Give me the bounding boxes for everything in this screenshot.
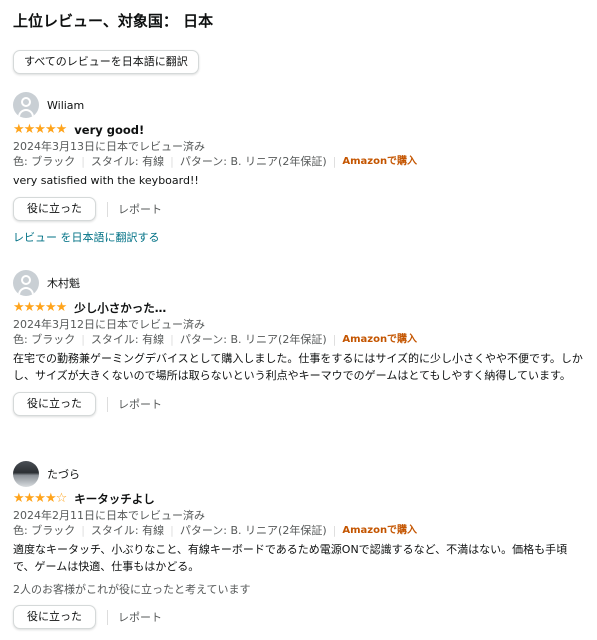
review-body: very satisfied with the keyboard!!	[13, 174, 199, 187]
report-link[interactable]: レポート	[118, 396, 162, 412]
review-title[interactable]: キータッチよし	[74, 491, 155, 507]
review-card: Wiliam ★★★★★ very good! 2024年3月13日に日本でレビ…	[13, 92, 588, 245]
helpful-count: 2人のお客様がこれが役に立ったと考えています	[13, 583, 251, 596]
helpful-button[interactable]: 役に立った	[13, 392, 96, 416]
helpful-button[interactable]: 役に立った	[13, 197, 96, 221]
review-date: 2024年3月13日に日本でレビュー済み	[13, 140, 205, 153]
avatar-icon	[13, 270, 39, 296]
verified-purchase-badge: Amazonで購入	[342, 156, 418, 167]
verified-purchase-badge: Amazonで購入	[342, 525, 418, 536]
attr-pattern: パターン: B. リニア(2年保証)	[179, 524, 327, 537]
attr-pattern: パターン: B. リニア(2年保証)	[179, 333, 327, 346]
reviewer-name: 木村魁	[47, 277, 80, 290]
divider	[107, 396, 108, 412]
review-card: たづら ★★★★☆ キータッチよし 2024年2月11日に日本でレビュー済み 色…	[13, 461, 588, 629]
reviewer-name: たづら	[47, 468, 80, 481]
avatar-icon	[13, 92, 39, 118]
review-body: 在宅での勤務兼ゲーミングデバイスとして購入しました。仕事をするにはサイズ的に少し…	[13, 352, 583, 382]
review-card: 木村魁 ★★★★★ 少し小さかった… 2024年3月12日に日本でレビュー済み …	[13, 270, 588, 416]
review-title[interactable]: 少し小さかった…	[74, 300, 166, 316]
attr-pattern: パターン: B. リニア(2年保証)	[179, 155, 327, 168]
star-rating-icon[interactable]: ★★★★☆	[13, 491, 67, 507]
review-date: 2024年3月12日に日本でレビュー済み	[13, 318, 205, 331]
report-link[interactable]: レポート	[118, 609, 162, 625]
attr-color: 色: ブラック	[13, 155, 76, 168]
star-rating-icon[interactable]: ★★★★★	[13, 300, 67, 316]
star-rating-icon[interactable]: ★★★★★	[13, 122, 67, 138]
attr-style: スタイル: 有線	[90, 524, 165, 537]
review-body: 適度なキータッチ、小ぶりなこと、有線キーボードであるため電源ONで認識するなど、…	[13, 543, 568, 573]
translate-review-link[interactable]: レビュー を日本語に翻訳する	[13, 229, 588, 245]
review-attributes[interactable]: 色: ブラック | スタイル: 有線 | パターン: B. リニア(2年保証) | A…	[13, 154, 588, 169]
attr-style: スタイル: 有線	[90, 333, 165, 346]
review-attributes[interactable]: 色: ブラック | スタイル: 有線 | パターン: B. リニア(2年保証) | A…	[13, 332, 588, 347]
review-attributes[interactable]: 色: ブラック | スタイル: 有線 | パターン: B. リニア(2年保証) | A…	[13, 523, 588, 538]
attr-style: スタイル: 有線	[90, 155, 165, 168]
reviewer-profile[interactable]: 木村魁	[13, 270, 588, 296]
reviewer-name: Wiliam	[47, 98, 85, 112]
review-title[interactable]: very good!	[74, 123, 144, 137]
reviews-heading: 上位レビュー、対象国： 日本	[13, 12, 214, 30]
attr-color: 色: ブラック	[13, 333, 76, 346]
translate-all-button[interactable]: すべてのレビューを日本語に翻訳	[13, 50, 199, 74]
report-link[interactable]: レポート	[118, 201, 162, 217]
reviewer-profile[interactable]: Wiliam	[13, 92, 588, 118]
avatar-icon	[13, 461, 39, 487]
divider	[107, 201, 108, 217]
review-date: 2024年2月11日に日本でレビュー済み	[13, 509, 205, 522]
verified-purchase-badge: Amazonで購入	[342, 334, 418, 345]
divider	[107, 609, 108, 625]
helpful-button[interactable]: 役に立った	[13, 605, 96, 629]
attr-color: 色: ブラック	[13, 524, 76, 537]
reviewer-profile[interactable]: たづら	[13, 461, 588, 487]
